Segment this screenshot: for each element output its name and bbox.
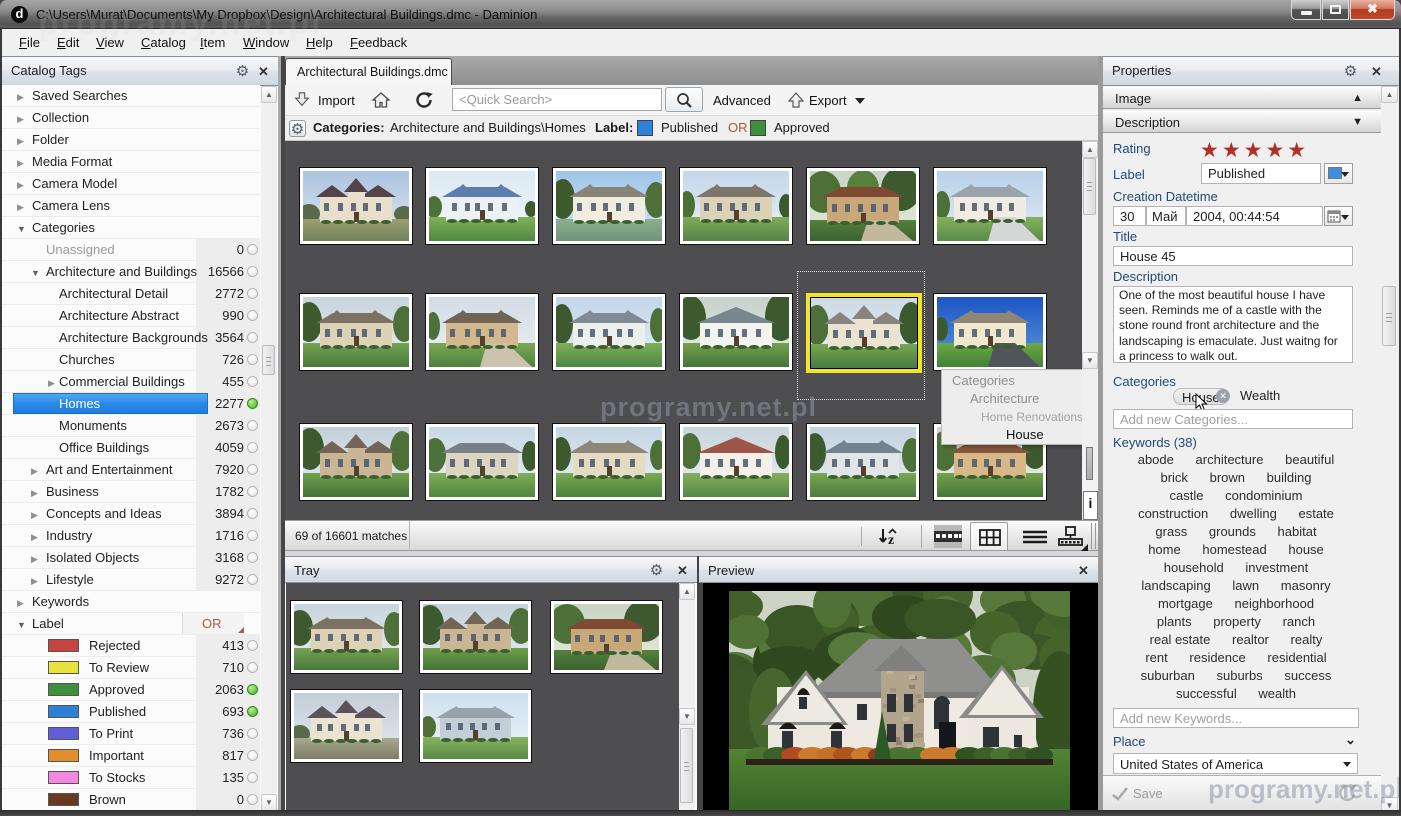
svg-text:z: z (888, 533, 894, 547)
